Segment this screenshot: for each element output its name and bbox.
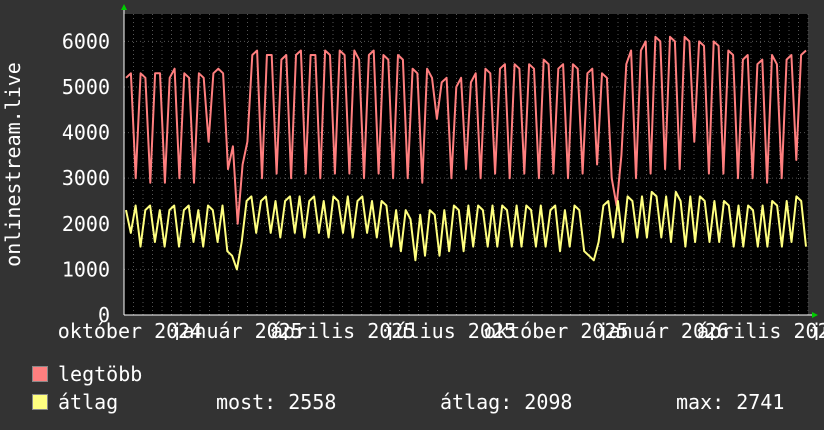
legend-label-max: legtöbb — [58, 362, 143, 386]
legend-label-avg: átlag — [58, 390, 119, 414]
stat-average: átlag: 2098 — [440, 390, 573, 414]
x-tick-label: július 2026 — [810, 319, 824, 340]
x-axis-arrow — [812, 312, 818, 318]
line-chart: 0100020003000400050006000onlinestream.li… — [1, 4, 824, 340]
y-tick-label: 3000 — [62, 166, 110, 190]
legend-swatch-avg — [32, 394, 48, 410]
legend-swatch-max — [32, 366, 48, 382]
y-tick-label: 5000 — [62, 75, 110, 99]
y-axis-title: onlinestream.live — [1, 62, 25, 267]
y-tick-label: 2000 — [62, 212, 110, 236]
stat-maximum: max: 2741 — [676, 390, 785, 414]
y-axis-arrow — [121, 4, 127, 10]
y-tick-label: 1000 — [62, 257, 110, 281]
stat-current: most: 2558 — [216, 390, 337, 414]
x-tick-label: április 2026 — [697, 319, 824, 340]
y-tick-label: 6000 — [62, 29, 110, 53]
y-tick-label: 4000 — [62, 121, 110, 145]
